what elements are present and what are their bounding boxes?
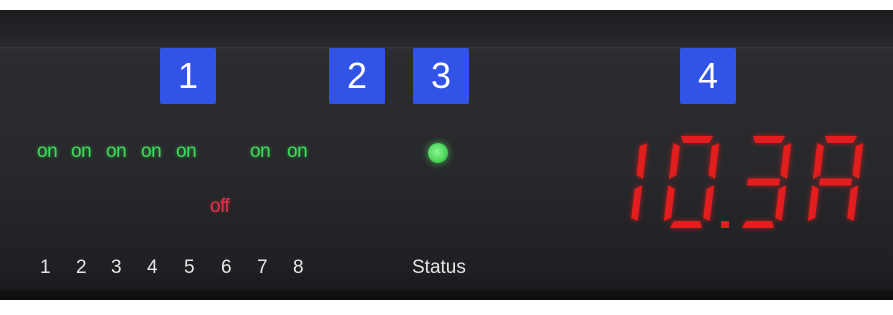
pdu-front-panel: 1 2 3 4 on on on on on on on off 1 2 3 4… bbox=[0, 0, 893, 315]
callout-badge-2: 2 bbox=[329, 48, 385, 104]
segment-d bbox=[670, 221, 702, 228]
current-display: 10.3A bbox=[585, 132, 870, 232]
channel-number-3: 3 bbox=[111, 257, 122, 278]
segment-a bbox=[753, 136, 786, 143]
display-digit-1 bbox=[663, 136, 720, 228]
segment-a bbox=[681, 136, 714, 143]
panel-top-edge bbox=[0, 0, 893, 10]
callout-badge-3: 3 bbox=[413, 48, 469, 104]
channel-number-2: 2 bbox=[76, 257, 87, 278]
outlet-3-on-indicator: on bbox=[106, 141, 127, 162]
segment-g bbox=[819, 178, 852, 186]
callout-badge-1: 1 bbox=[160, 48, 216, 104]
segment-c bbox=[631, 185, 643, 221]
segment-c bbox=[703, 185, 715, 221]
outlet-5-on-indicator: on bbox=[176, 141, 197, 162]
status-label: Status bbox=[412, 257, 466, 278]
channel-number-1: 1 bbox=[40, 257, 51, 278]
panel-bottom-edge bbox=[0, 290, 893, 315]
channel-number-6: 6 bbox=[221, 257, 232, 278]
channel-number-5: 5 bbox=[184, 257, 195, 278]
outlet-1-on-indicator: on bbox=[37, 141, 58, 162]
outlet-8-on-indicator: on bbox=[287, 141, 308, 162]
segment-d bbox=[742, 221, 774, 228]
outlet-2-on-indicator: on bbox=[71, 141, 92, 162]
segment-e bbox=[663, 185, 675, 221]
display-digit-2 bbox=[742, 136, 792, 228]
status-led-icon bbox=[428, 143, 448, 163]
segment-f bbox=[668, 143, 680, 179]
segment-c bbox=[847, 185, 859, 221]
display-digit-3 bbox=[807, 136, 864, 221]
outlet-6-off-indicator: off bbox=[210, 196, 230, 217]
seven-segment-digits bbox=[631, 136, 864, 228]
segment-b bbox=[852, 143, 864, 179]
channel-number-7: 7 bbox=[257, 257, 268, 278]
callout-badge-4: 4 bbox=[680, 48, 736, 104]
segment-b bbox=[636, 143, 648, 179]
channel-number-4: 4 bbox=[147, 257, 158, 278]
display-digit-0 bbox=[631, 143, 648, 221]
channel-number-8: 8 bbox=[293, 257, 304, 278]
segment-b bbox=[780, 143, 792, 179]
segment-f bbox=[812, 143, 824, 179]
outlet-7-on-indicator: on bbox=[250, 141, 271, 162]
segment-c bbox=[775, 185, 787, 221]
segment-e bbox=[807, 185, 819, 221]
decimal-point-segment bbox=[721, 221, 729, 228]
outlet-4-on-indicator: on bbox=[141, 141, 162, 162]
segment-b bbox=[708, 143, 720, 179]
segment-a bbox=[825, 136, 858, 143]
segment-g bbox=[747, 178, 780, 186]
